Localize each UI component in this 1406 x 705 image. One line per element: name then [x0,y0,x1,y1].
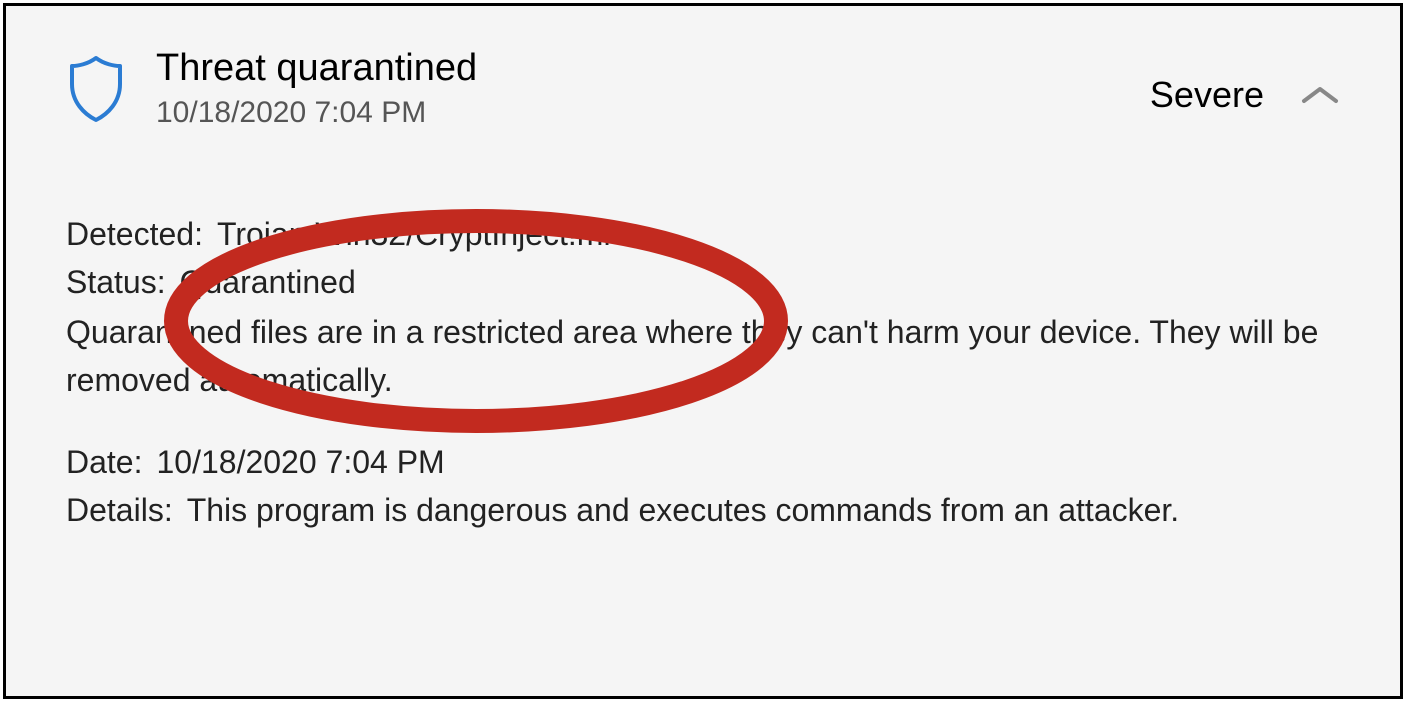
status-description: Quarantined files are in a restricted ar… [66,308,1340,404]
detected-row: Detected: Trojan:Win32/CryptInject!ml [66,210,1340,258]
date-label: Date: [66,438,142,486]
severity-label: Severe [1150,74,1264,116]
details-row: Details: This program is dangerous and e… [66,486,1340,534]
date-row: Date: 10/18/2020 7:04 PM [66,438,1340,486]
status-value: Quarantined [180,258,356,306]
threat-timestamp: 10/18/2020 7:04 PM [156,96,477,130]
date-value: 10/18/2020 7:04 PM [156,438,444,486]
chevron-up-icon[interactable] [1300,83,1340,107]
threat-header[interactable]: Threat quarantined 10/18/2020 7:04 PM Se… [66,46,1340,130]
shield-icon [66,54,126,124]
detected-value: Trojan:Win32/CryptInject!ml [217,210,611,258]
threat-detail-panel: Threat quarantined 10/18/2020 7:04 PM Se… [3,3,1403,699]
threat-body: Detected: Trojan:Win32/CryptInject!ml St… [66,210,1340,534]
title-block: Threat quarantined 10/18/2020 7:04 PM [156,46,477,130]
status-row: Status: Quarantined [66,258,1340,306]
header-left: Threat quarantined 10/18/2020 7:04 PM [66,46,477,130]
threat-title: Threat quarantined [156,46,477,92]
status-label: Status: [66,258,166,306]
details-value: This program is dangerous and executes c… [187,486,1179,534]
details-label: Details: [66,486,173,534]
header-right: Severe [1150,74,1340,116]
detected-label: Detected: [66,210,203,258]
